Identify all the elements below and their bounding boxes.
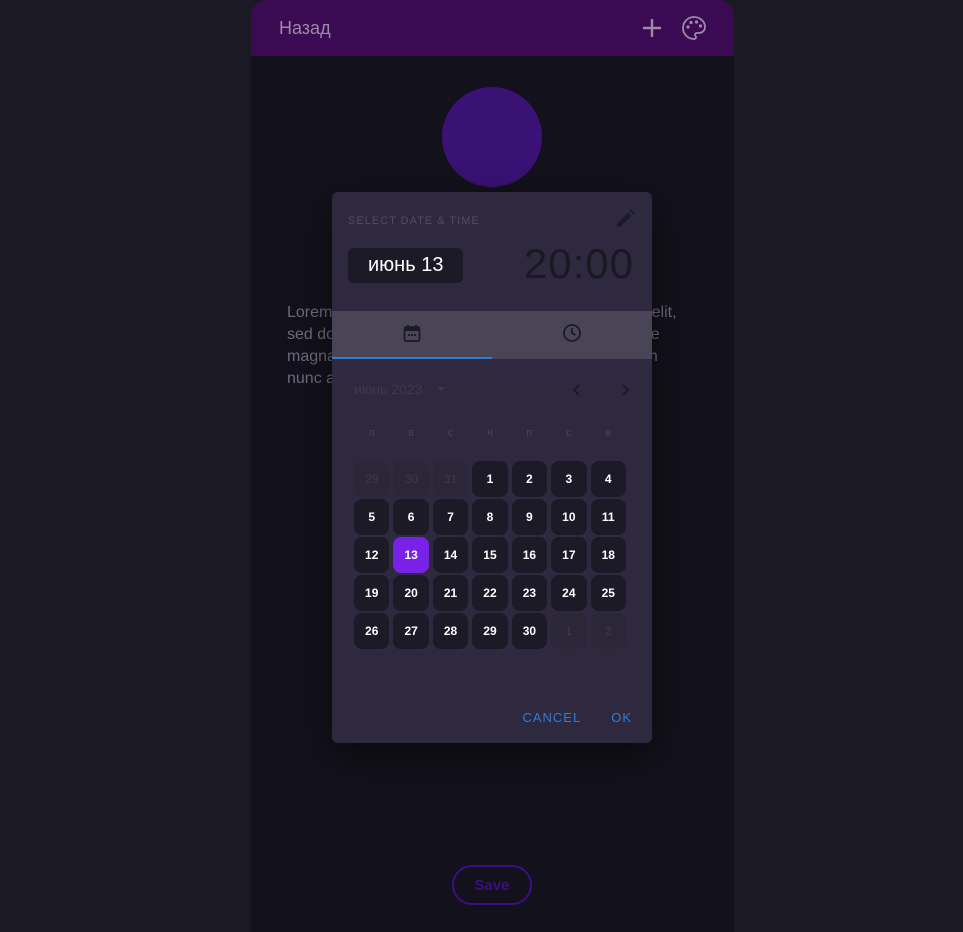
calendar-day-outside: 2 — [590, 613, 626, 649]
calendar-icon — [402, 323, 422, 348]
calendar-day[interactable]: 24 — [551, 575, 587, 611]
calendar-grid: 29 30 31 1 2 3 4 5 6 7 8 9 10 11 12 13 14 15 16 17 18 19 20 21 2… — [332, 461, 652, 649]
calendar-day[interactable]: 12 — [354, 537, 390, 573]
time-separator: : — [572, 240, 586, 287]
avatar[interactable] — [442, 87, 542, 187]
clock-icon — [562, 323, 582, 348]
pencil-icon[interactable] — [614, 208, 636, 230]
selected-time-display[interactable]: 20:00 — [524, 240, 634, 288]
chevron-right-icon[interactable] — [616, 381, 634, 399]
calendar-day[interactable]: 1 — [472, 461, 508, 497]
calendar-day[interactable]: 19 — [354, 575, 390, 611]
calendar-day-outside: 31 — [432, 461, 469, 497]
calendar-day[interactable]: 16 — [511, 537, 548, 573]
palette-icon[interactable] — [680, 14, 708, 42]
weekday-header: пвсчпсв — [332, 421, 652, 445]
calendar-day-outside: 1 — [551, 613, 587, 649]
time-hours[interactable]: 20 — [524, 240, 573, 287]
calendar-day[interactable]: 29 — [472, 613, 508, 649]
chevron-left-icon[interactable] — [568, 381, 586, 399]
date-time-picker-dialog: SELECT DATE & TIME июнь 13 20:00 июнь 20… — [332, 192, 652, 743]
calendar-day[interactable]: 8 — [472, 499, 508, 535]
plus-icon[interactable] — [638, 14, 666, 42]
ok-button[interactable]: OK — [611, 710, 632, 725]
calendar-day[interactable]: 3 — [551, 461, 587, 497]
calendar-week: 12 13 14 15 16 17 18 — [354, 537, 630, 573]
calendar-day[interactable]: 28 — [432, 613, 469, 649]
calendar-day[interactable]: 20 — [393, 575, 429, 611]
month-navigation: июнь 2023 — [332, 359, 652, 419]
calendar-day[interactable]: 2 — [511, 461, 548, 497]
calendar-day-outside: 30 — [393, 461, 429, 497]
caret-down-icon[interactable] — [434, 382, 448, 396]
calendar-day-outside: 29 — [354, 461, 390, 497]
weekday-label: п — [368, 427, 375, 439]
calendar-day[interactable]: 23 — [511, 575, 548, 611]
calendar-day[interactable]: 7 — [432, 499, 469, 535]
calendar-day[interactable]: 25 — [590, 575, 626, 611]
dialog-label: SELECT DATE & TIME — [348, 215, 480, 227]
calendar-week: 26 27 28 29 30 1 2 — [354, 613, 630, 649]
calendar-day[interactable]: 17 — [551, 537, 587, 573]
weekday-label: в — [408, 427, 415, 439]
calendar-day[interactable]: 27 — [393, 613, 429, 649]
calendar-day[interactable]: 11 — [590, 499, 626, 535]
calendar-week: 19 20 21 22 23 24 25 — [354, 575, 630, 611]
calendar-day[interactable]: 15 — [472, 537, 508, 573]
weekday-label: ч — [487, 427, 493, 439]
weekday-label: в — [605, 427, 612, 439]
back-link[interactable]: Назад — [279, 18, 624, 39]
dialog-actions: CANCEL OK — [492, 691, 652, 743]
calendar-day[interactable]: 4 — [590, 461, 626, 497]
dialog-header: SELECT DATE & TIME июнь 13 20:00 — [332, 192, 652, 311]
tab-time[interactable] — [492, 311, 652, 359]
calendar-day[interactable]: 26 — [354, 613, 390, 649]
calendar-day[interactable]: 30 — [511, 613, 548, 649]
calendar-day[interactable]: 21 — [432, 575, 469, 611]
calendar-week: 29 30 31 1 2 3 4 — [354, 461, 630, 497]
app-bar: Назад — [251, 0, 734, 56]
weekday-label: п — [526, 427, 533, 439]
weekday-label: с — [447, 427, 454, 439]
calendar-week: 5 6 7 8 9 10 11 — [354, 499, 630, 535]
save-button[interactable]: Save — [452, 865, 532, 905]
weekday-label: с — [566, 427, 572, 439]
calendar-day[interactable]: 10 — [551, 499, 587, 535]
picker-tabs — [332, 311, 652, 359]
tab-date[interactable] — [332, 311, 492, 359]
cancel-button[interactable]: CANCEL — [522, 710, 581, 725]
calendar-day[interactable]: 5 — [354, 499, 390, 535]
month-year-selector[interactable]: июнь 2023 — [354, 381, 422, 397]
calendar-day[interactable]: 6 — [393, 499, 429, 535]
calendar-day[interactable]: 9 — [511, 499, 548, 535]
calendar-day[interactable]: 18 — [590, 537, 626, 573]
calendar-day[interactable]: 22 — [472, 575, 508, 611]
calendar-day-selected[interactable]: 13 — [393, 537, 429, 573]
time-minutes[interactable]: 00 — [585, 240, 634, 287]
calendar-day[interactable]: 14 — [432, 537, 469, 573]
selected-date-chip[interactable]: июнь 13 — [348, 248, 464, 283]
